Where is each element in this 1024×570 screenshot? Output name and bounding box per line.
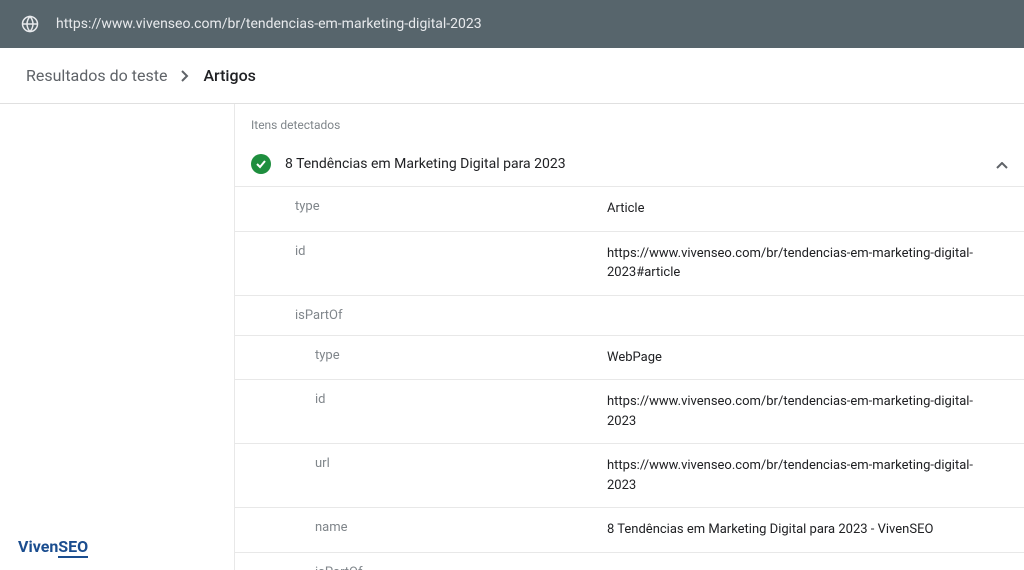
- data-row: id https://www.vivenseo.com/br/tendencia…: [235, 380, 1024, 444]
- check-icon: [251, 154, 271, 174]
- data-row: type Article: [235, 187, 1024, 232]
- logo-watermark: VivenSEO: [18, 537, 88, 558]
- accordion-title: 8 Tendências em Marketing Digital para 2…: [285, 156, 996, 172]
- content-area: Itens detectados 8 Tendências em Marketi…: [0, 104, 1024, 570]
- section-label: Itens detectados: [235, 104, 1024, 142]
- data-key: name: [315, 520, 607, 540]
- data-row: type WebPage: [235, 336, 1024, 381]
- data-value: https://www.vivenseo.com/br/tendencias-e…: [607, 392, 1008, 431]
- sub-header: isPartOf: [235, 553, 1024, 570]
- accordion-header[interactable]: 8 Tendências em Marketing Digital para 2…: [235, 142, 1024, 187]
- breadcrumb: Resultados do teste Artigos: [0, 48, 1024, 104]
- logo-part1: Viven: [18, 537, 58, 556]
- logo-part2: SEO: [58, 537, 88, 558]
- chevron-right-icon: [181, 70, 189, 82]
- breadcrumb-current: Artigos: [203, 66, 255, 85]
- sub-header: isPartOf: [235, 296, 1024, 336]
- main-panel: Itens detectados 8 Tendências em Marketi…: [234, 104, 1024, 570]
- data-value: WebPage: [607, 348, 1008, 368]
- data-value: https://www.vivenseo.com/br/tendencias-e…: [607, 456, 1008, 495]
- data-key: id: [315, 392, 607, 431]
- data-key: type: [315, 348, 607, 368]
- chevron-up-icon: [996, 155, 1008, 174]
- data-key: type: [295, 199, 607, 219]
- globe-icon: [20, 14, 40, 34]
- data-key: url: [315, 456, 607, 495]
- data-value: https://www.vivenseo.com/br/tendencias-e…: [607, 244, 1008, 283]
- url-bar: https://www.vivenseo.com/br/tendencias-e…: [0, 0, 1024, 48]
- data-value: Article: [607, 199, 1008, 219]
- data-row: url https://www.vivenseo.com/br/tendenci…: [235, 444, 1024, 508]
- url-text: https://www.vivenseo.com/br/tendencias-e…: [56, 16, 482, 32]
- breadcrumb-root[interactable]: Resultados do teste: [26, 66, 167, 85]
- data-row: name 8 Tendências em Marketing Digital p…: [235, 508, 1024, 553]
- data-value: 8 Tendências em Marketing Digital para 2…: [607, 520, 1008, 540]
- data-row: id https://www.vivenseo.com/br/tendencia…: [235, 232, 1024, 296]
- data-key: id: [295, 244, 607, 283]
